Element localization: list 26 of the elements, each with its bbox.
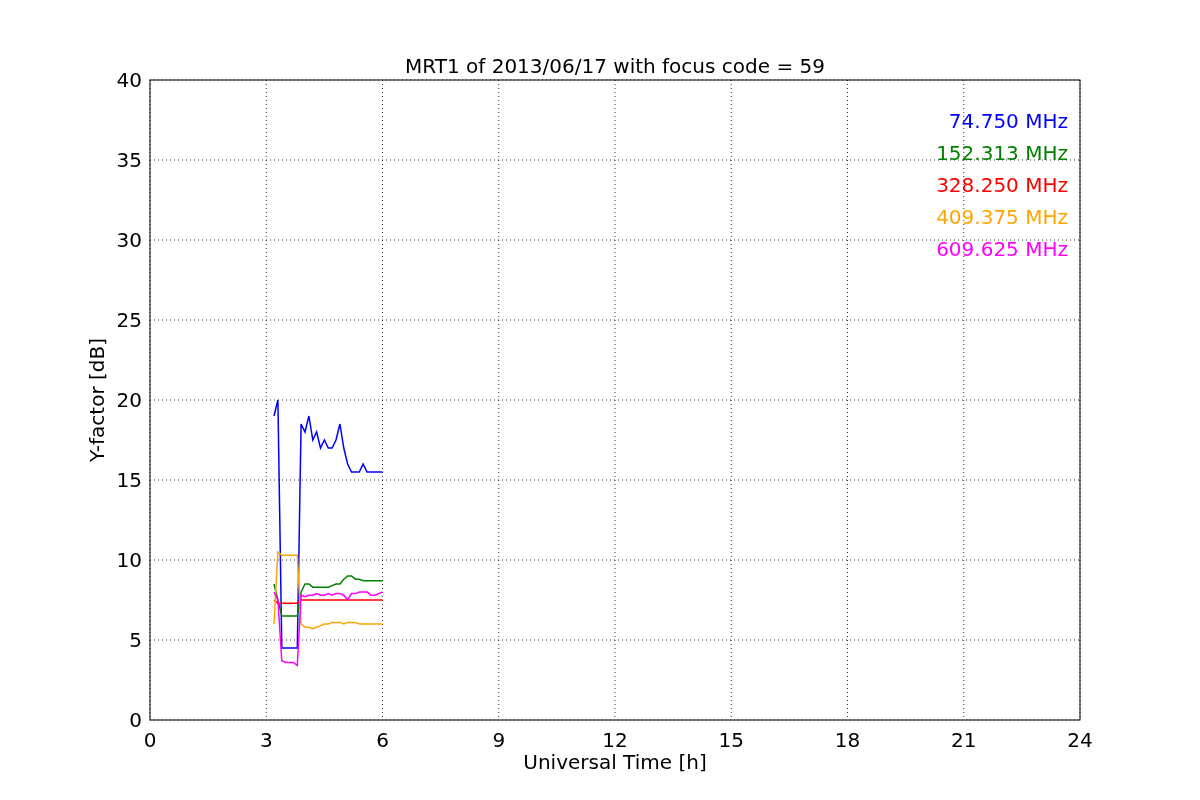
x-tick-label: 15: [718, 728, 744, 752]
y-tick-label: 15: [116, 468, 142, 492]
y-tick-label: 25: [116, 308, 142, 332]
y-tick-label: 30: [116, 228, 142, 252]
legend-label: 409.375 MHz: [936, 205, 1068, 229]
y-tick-label: 5: [129, 628, 142, 652]
y-tick-label: 0: [129, 708, 142, 732]
x-tick-label: 18: [834, 728, 861, 752]
x-tick-label: 24: [1067, 728, 1093, 752]
x-tick-label: 21: [951, 728, 977, 752]
y-tick-label: 35: [116, 148, 142, 172]
x-tick-label: 12: [602, 728, 628, 752]
legend-label: 328.250 MHz: [936, 173, 1068, 197]
legend-label: 152.313 MHz: [936, 141, 1068, 165]
y-tick-label: 20: [116, 388, 142, 412]
x-tick-label: 6: [376, 728, 389, 752]
x-tick-label: 9: [492, 728, 506, 752]
x-tick-label: 3: [259, 728, 273, 752]
y-axis-label: Y-factor [dB]: [85, 338, 109, 462]
legend-label: 74.750 MHz: [948, 109, 1068, 133]
y-tick-label: 40: [116, 68, 142, 92]
x-tick-label: 0: [143, 728, 157, 752]
legend-label: 609.625 MHz: [936, 237, 1068, 261]
x-axis-label: Universal Time [h]: [523, 750, 707, 774]
y-tick-label: 10: [116, 548, 142, 572]
chart-title: MRT1 of 2013/06/17 with focus code = 59: [405, 54, 825, 78]
